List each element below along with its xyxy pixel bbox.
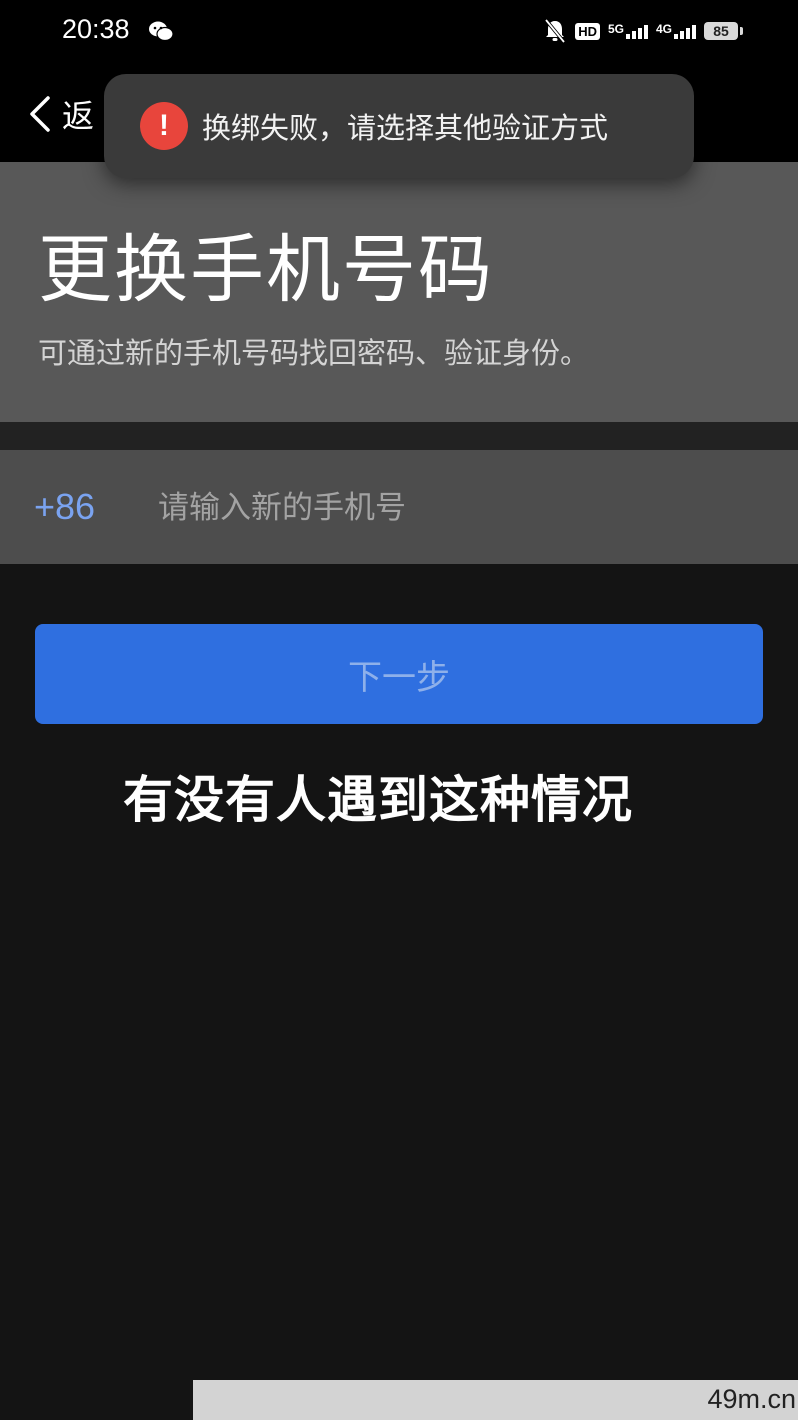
signal-bars-icon	[625, 23, 648, 39]
page-subtitle: 可通过新的手机号码找回密码、验证身份。	[38, 336, 590, 370]
status-indicators: HD 5G 4G 85	[543, 16, 743, 46]
country-code-selector[interactable]: +86	[34, 486, 95, 528]
network-type-label: 4G	[655, 22, 672, 36]
signal-4g: 4G	[656, 23, 696, 39]
bell-muted-icon	[544, 18, 566, 44]
alert-icon: !	[140, 102, 188, 150]
toast-message: 换绑失败，请选择其他验证方式	[202, 111, 609, 145]
wechat-icon	[149, 21, 174, 42]
header-panel: 更换手机号码 可通过新的手机号码找回密码、验证身份。	[0, 162, 798, 422]
hd-badge: HD	[575, 22, 600, 40]
chevron-left-icon	[30, 96, 50, 132]
status-bar: 20:38 HD 5G 4G 85	[0, 0, 798, 64]
status-time: 20:38	[62, 14, 130, 44]
section-divider	[0, 422, 798, 450]
battery-icon: 85	[704, 22, 743, 40]
back-label: 返	[62, 97, 95, 135]
next-step-button[interactable]: 下一步	[35, 624, 763, 724]
watermark-bar: 49m.cn	[193, 1380, 798, 1420]
signal-bars-icon	[674, 23, 696, 39]
page-title: 更换手机号码	[38, 227, 494, 313]
network-type-label: 5G	[607, 22, 624, 36]
signal-5g: 5G	[608, 23, 648, 39]
back-button[interactable]: 返	[28, 84, 94, 144]
phone-input-row: +86	[0, 450, 798, 564]
overlay-caption: 有没有人遇到这种情况	[123, 771, 633, 829]
error-toast: ! 换绑失败，请选择其他验证方式	[104, 74, 694, 178]
phone-number-input[interactable]	[156, 478, 760, 538]
watermark-text: 49m.cn	[707, 1384, 796, 1414]
